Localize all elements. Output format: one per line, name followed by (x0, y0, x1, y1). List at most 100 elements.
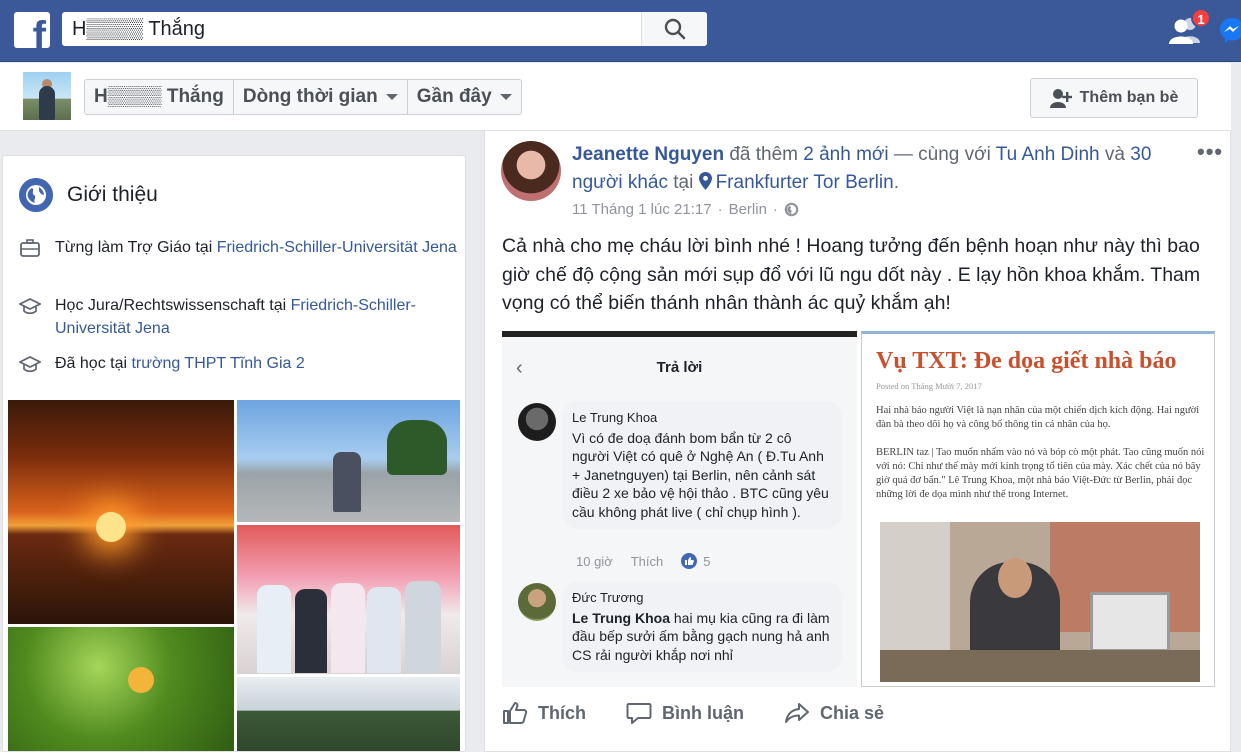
photo-person-shape (331, 583, 365, 673)
intro-item-link[interactable]: trường THPT Tĩnh Gia 2 (131, 355, 304, 372)
commenter-avatar (518, 403, 556, 441)
photo-tree-shape (387, 420, 447, 475)
logo-letter: f (32, 14, 46, 48)
post-place-link[interactable]: Frankfurter Tor Berlin (716, 172, 894, 193)
globe-icon (19, 178, 53, 212)
comment-bubble: Đức Trương Le Trung Khoa hai mụ kia cũng… (562, 581, 842, 672)
post-photos-link[interactable]: 2 ảnh mới (803, 144, 888, 165)
intro-item-text: Học Jura/Rechtswissenschaft tại Friedric… (55, 294, 459, 340)
thumbs-up-icon (681, 553, 698, 569)
profile-name-link[interactable]: H▒▒▒▒ Thắng (85, 80, 234, 114)
comment-mention: Le Trung Khoa (572, 609, 670, 626)
comment-author: Đức Trương (572, 590, 644, 605)
like-label: Thích (538, 702, 586, 723)
article-title: Vụ TXT: Đe dọa giết nhà báo (876, 348, 1177, 374)
facebook-logo[interactable]: f (14, 12, 50, 48)
post-tagged-link[interactable]: Tu Anh Dinh (996, 144, 1100, 165)
post-timestamp[interactable]: 11 Tháng 1 lúc 21:17 (572, 201, 712, 218)
chevron-down-icon (499, 94, 512, 100)
share-button[interactable]: Chia sẻ (784, 701, 884, 725)
article-screenshot-photo[interactable]: Vụ TXT: Đe dọa giết nhà báo Posted on Th… (861, 331, 1215, 687)
post-author-avatar[interactable] (501, 141, 561, 201)
photo-desk-shape (880, 650, 1200, 682)
intro-item-prefix: Đã học tại (55, 355, 132, 372)
timeline-navigation: H▒▒▒▒ Thắng Dòng thời gian Gần đây Thêm … (0, 63, 1231, 131)
article-photo (880, 522, 1200, 682)
comment-label: Bình luận (662, 702, 744, 723)
recent-label: Gần đây (416, 86, 492, 107)
share-icon (785, 703, 809, 723)
photo-trees[interactable] (237, 677, 460, 751)
reaction-count: 5 (703, 553, 711, 569)
photo-monitor-shape (1090, 592, 1170, 652)
profile-name: H▒▒▒▒ Thắng (94, 86, 224, 107)
comment-bubble: Le Trung Khoa Vì có đe doạ đánh bom bẩn … (562, 401, 842, 529)
top-navigation-bar: f H▒▒▒▒ Thắng 1 (0, 0, 1241, 62)
photo-family[interactable] (237, 525, 460, 674)
like-button[interactable]: Thích (502, 701, 586, 725)
comment-button[interactable]: Bình luận (626, 701, 744, 725)
intro-item-prefix: Từng làm Trợ Giáo tại (55, 239, 217, 256)
chevron-down-icon (385, 94, 398, 100)
intro-item-prefix: Học Jura/Rechtswissenschaft tại (55, 297, 291, 314)
comment-time: 10 giờ (576, 553, 613, 569)
sun-shape (96, 512, 126, 542)
photo-grid (8, 400, 460, 751)
public-globe-icon[interactable] (784, 202, 799, 217)
timeline-dropdown[interactable]: Dòng thời gian (234, 80, 408, 114)
post-place-suffix: . (893, 172, 899, 193)
search-box[interactable]: H▒▒▒▒ Thắng (62, 12, 707, 46)
post-with-text: — cùng với (888, 144, 996, 165)
profile-avatar[interactable] (23, 72, 71, 120)
share-label: Chia sẻ (820, 702, 885, 723)
comment-screenshot-photo[interactable]: ‹ Trả lời Le Trung Khoa Vì có đe doạ đán… (502, 331, 857, 687)
add-friend-label: Thêm bạn bè (1079, 89, 1179, 106)
timeline-label: Dòng thời gian (242, 86, 378, 107)
post-author-link[interactable]: Jeanette Nguyen (572, 144, 724, 165)
search-button[interactable] (641, 12, 707, 46)
location-pin-icon (698, 172, 712, 190)
photo-plant[interactable] (8, 627, 234, 751)
article-paragraph: BERLIN taz | Tao muốn nhấm vào nó và bóp… (876, 447, 1205, 500)
post-at-text: tại (667, 172, 699, 193)
intro-card: Giới thiệu Từng làm Trợ Giáo tại Friedri… (2, 155, 466, 752)
comment-meta: 10 giờ Thích 5 (576, 553, 710, 569)
photo-bridge[interactable] (237, 400, 460, 522)
intro-item-work: Từng làm Trợ Giáo tại Friedrich-Schiller… (19, 236, 459, 259)
photo-face-shape (998, 558, 1032, 598)
meta-separator: · (772, 201, 778, 218)
photo-sunset[interactable] (8, 400, 234, 624)
intro-title: Giới thiệu (67, 183, 158, 206)
post-actions: Thích Bình luận Chia sẻ (502, 701, 884, 725)
intro-item-study: Học Jura/Rechtswissenschaft tại Friedric… (19, 294, 459, 340)
comment-icon (626, 703, 652, 724)
recent-dropdown[interactable]: Gần đây (408, 80, 521, 114)
intro-item-school: Đã học tại trường THPT Tĩnh Gia 2 (19, 352, 459, 375)
post-added-text: đã thêm (724, 144, 804, 165)
post-location[interactable]: Berlin (729, 201, 767, 218)
reply-header: Trả lời (656, 359, 703, 376)
photo-person-shape (333, 452, 361, 512)
friend-requests-badge: 1 (1191, 8, 1211, 28)
search-icon (664, 18, 685, 40)
commenter-avatar (518, 583, 556, 621)
meta-separator: · (717, 201, 723, 218)
photo-person-shape (295, 589, 327, 673)
comment-author: Le Trung Khoa (572, 410, 658, 425)
feed-post: Jeanette Nguyen đã thêm 2 ảnh mới — cùng… (484, 130, 1231, 752)
comment-reactions: 5 (681, 553, 710, 569)
article-date: Posted on Tháng Mười 7, 2017 (876, 381, 982, 391)
add-friend-icon (1049, 89, 1072, 108)
graduation-cap-icon (19, 298, 41, 315)
intro-item-link[interactable]: Friedrich-Schiller-Universität Jena (217, 239, 457, 256)
add-friend-button[interactable]: Thêm bạn bè (1030, 78, 1198, 118)
intro-item-text: Đã học tại trường THPT Tĩnh Gia 2 (55, 352, 305, 375)
post-and-text: và (1099, 144, 1131, 165)
photo-person-shape (257, 585, 291, 673)
messenger-icon[interactable] (1218, 16, 1241, 44)
briefcase-icon (20, 239, 40, 257)
post-body: Cả nhà cho mẹ cháu lời bình nhé ! Hoang … (502, 235, 1201, 314)
photo-person-shape (405, 581, 441, 673)
search-input[interactable]: H▒▒▒▒ Thắng (62, 18, 641, 41)
post-options-button[interactable]: ••• (1197, 139, 1223, 165)
